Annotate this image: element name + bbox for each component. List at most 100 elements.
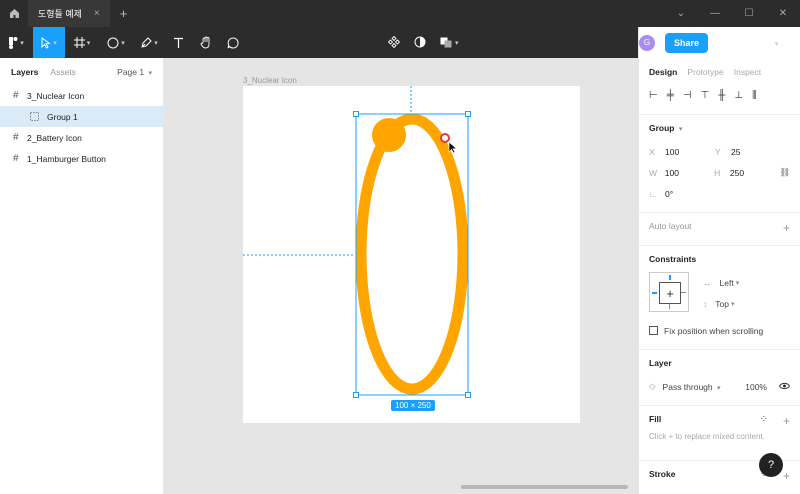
resize-handle-top-left[interactable] — [353, 111, 359, 117]
canvas[interactable]: 3_Nuclear Icon 100 × 250 — [164, 58, 638, 494]
main-menu-button[interactable]: ▾ — [0, 27, 33, 58]
w-field[interactable]: 100 — [665, 168, 714, 178]
constraint-top-marker — [669, 275, 671, 280]
align-right-icon[interactable]: ⊣ — [683, 90, 692, 101]
horizontal-constraint-dropdown[interactable]: ↔ Left ▾ — [703, 272, 739, 293]
chevron-down-icon: ▾ — [678, 126, 683, 133]
toolbar-right: G Share ▷ 168% ▾ — [638, 27, 800, 58]
component-icon[interactable] — [387, 35, 401, 50]
add-stroke-icon[interactable]: + — [783, 469, 790, 483]
vector-point-handle[interactable] — [440, 133, 450, 143]
tab-prototype[interactable]: Prototype — [687, 67, 723, 77]
constrain-proportions-icon[interactable]: ⛓ — [779, 167, 790, 178]
chevron-down-icon[interactable]: ⌄ — [664, 8, 698, 19]
close-tab-icon[interactable]: × — [94, 8, 100, 19]
comment-tool-button[interactable] — [221, 27, 245, 58]
tab-assets[interactable]: Assets — [50, 67, 76, 77]
share-button[interactable]: Share — [665, 32, 709, 53]
ellipse-icon — [107, 37, 119, 48]
layer-item-group-1[interactable]: Group 1 — [0, 106, 163, 127]
mask-icon[interactable] — [414, 36, 426, 50]
group-title-label: Group — [649, 123, 675, 133]
avatar[interactable]: G — [639, 34, 655, 51]
auto-layout-title: Auto layout — [649, 221, 692, 231]
orange-dot[interactable] — [372, 118, 406, 152]
fix-position-label: Fix position when scrolling — [664, 325, 764, 336]
tab-design[interactable]: Design — [649, 67, 677, 77]
layer-row: ◇ Pass through ▾ 100% — [649, 376, 791, 397]
minimize-icon[interactable]: — — [698, 8, 732, 19]
maximize-icon[interactable]: ☐ — [732, 8, 766, 19]
eye-icon[interactable] — [778, 382, 791, 392]
layer-item-battery-icon[interactable]: # 2_Battery Icon — [0, 127, 163, 148]
fill-title: Fill — [649, 414, 662, 424]
toolbar-center-actions: ▾ — [387, 27, 459, 58]
chevron-down-icon: ▾ — [86, 39, 91, 47]
comment-icon — [227, 36, 239, 48]
move-tool-button[interactable]: ▾ — [33, 27, 65, 58]
h-field[interactable]: 250 — [730, 168, 779, 178]
y-field[interactable]: 25 — [731, 147, 781, 157]
distribute-icon[interactable]: ⫼ — [752, 90, 757, 101]
vertical-arrows-icon: ↕ — [703, 298, 708, 309]
shape-tool-button[interactable]: ▾ — [99, 27, 133, 58]
new-tab-icon[interactable]: + — [120, 6, 128, 21]
constraint-center-icon: + — [659, 282, 681, 304]
align-top-icon[interactable]: ⊤ — [701, 90, 710, 101]
resize-handle-bottom-right[interactable] — [465, 392, 471, 398]
orange-ellipse[interactable] — [355, 113, 469, 395]
pen-tool-button[interactable]: ▾ — [133, 27, 165, 58]
layer-item-nuclear-icon[interactable]: # 3_Nuclear Icon — [0, 85, 163, 106]
file-tab[interactable]: 도형들 예제 × — [28, 0, 110, 27]
tab-inspect[interactable]: Inspect — [734, 67, 761, 77]
align-left-icon[interactable]: ⊢ — [649, 90, 658, 101]
add-fill-icon[interactable]: + — [783, 414, 790, 428]
zoom-dropdown[interactable]: 168% ▾ — [750, 38, 779, 48]
help-button[interactable]: ? — [759, 453, 783, 477]
present-play-icon[interactable]: ▷ — [724, 37, 732, 48]
x-field[interactable]: 100 — [665, 147, 715, 157]
chevron-down-icon: ▾ — [455, 39, 459, 47]
group-icon — [30, 112, 39, 121]
resize-handle-bottom-left[interactable] — [353, 392, 359, 398]
size-badge: 100 × 250 — [391, 400, 435, 411]
tab-layers[interactable]: Layers — [11, 67, 38, 77]
opacity-field[interactable]: 100% — [745, 382, 767, 392]
resize-handle-top-right[interactable] — [465, 111, 471, 117]
constraints-section: Constraints + ↔ Left ▾ ↕ Top ▾ Fix posit… — [639, 246, 800, 350]
text-tool-button[interactable] — [165, 27, 191, 58]
close-window-icon[interactable]: ✕ — [766, 8, 800, 19]
chevron-down-icon: ▾ — [148, 69, 152, 77]
align-center-h-icon[interactable]: ╪ — [667, 90, 674, 101]
pen-icon — [141, 36, 152, 48]
align-center-v-icon[interactable]: ╫ — [718, 90, 725, 101]
align-bottom-icon[interactable]: ⊥ — [734, 90, 743, 101]
frame-tool-button[interactable]: ▾ — [65, 27, 99, 58]
rotation-field[interactable]: 0° — [665, 189, 715, 199]
hand-tool-button[interactable] — [191, 27, 221, 58]
layer-item-hamburger-button[interactable]: # 1_Hamburger Button — [0, 148, 163, 169]
horizontal-constraint-value: Left — [719, 277, 734, 288]
zoom-label: 168% — [749, 37, 773, 48]
constraint-widget[interactable]: + — [649, 272, 689, 312]
chevron-down-icon: ▾ — [154, 39, 158, 47]
hand-icon — [200, 36, 210, 49]
fill-section: Fill ⁘ + Click + to replace mixed conten… — [639, 406, 800, 461]
add-auto-layout-icon[interactable]: + — [783, 221, 790, 235]
horizontal-scrollbar[interactable] — [461, 485, 628, 489]
text-icon — [173, 37, 183, 48]
boolean-ops-button[interactable]: ▾ — [440, 37, 459, 48]
home-icon[interactable] — [0, 0, 28, 27]
w-label: W — [649, 167, 658, 178]
vertical-constraint-dropdown[interactable]: ↕ Top ▾ — [703, 293, 739, 314]
group-title[interactable]: Group ▾ — [649, 123, 790, 133]
frame-icon: # — [13, 153, 19, 164]
blend-mode-dropdown[interactable]: Pass through ▾ — [663, 382, 721, 392]
fix-position-checkbox[interactable] — [649, 326, 658, 335]
page-selector[interactable]: Page 1 ▾ — [117, 67, 152, 77]
fill-styles-icon[interactable]: ⁘ — [760, 414, 768, 425]
layers-panel-tabs: Layers Assets Page 1 ▾ — [0, 58, 163, 85]
h-label: H — [714, 167, 721, 178]
design-panel-tabs: Design Prototype Inspect — [639, 58, 800, 85]
group-section: Group ▾ X 100 Y 25 W 100 H 250 ⛓ ∟ 0° — [639, 115, 800, 213]
